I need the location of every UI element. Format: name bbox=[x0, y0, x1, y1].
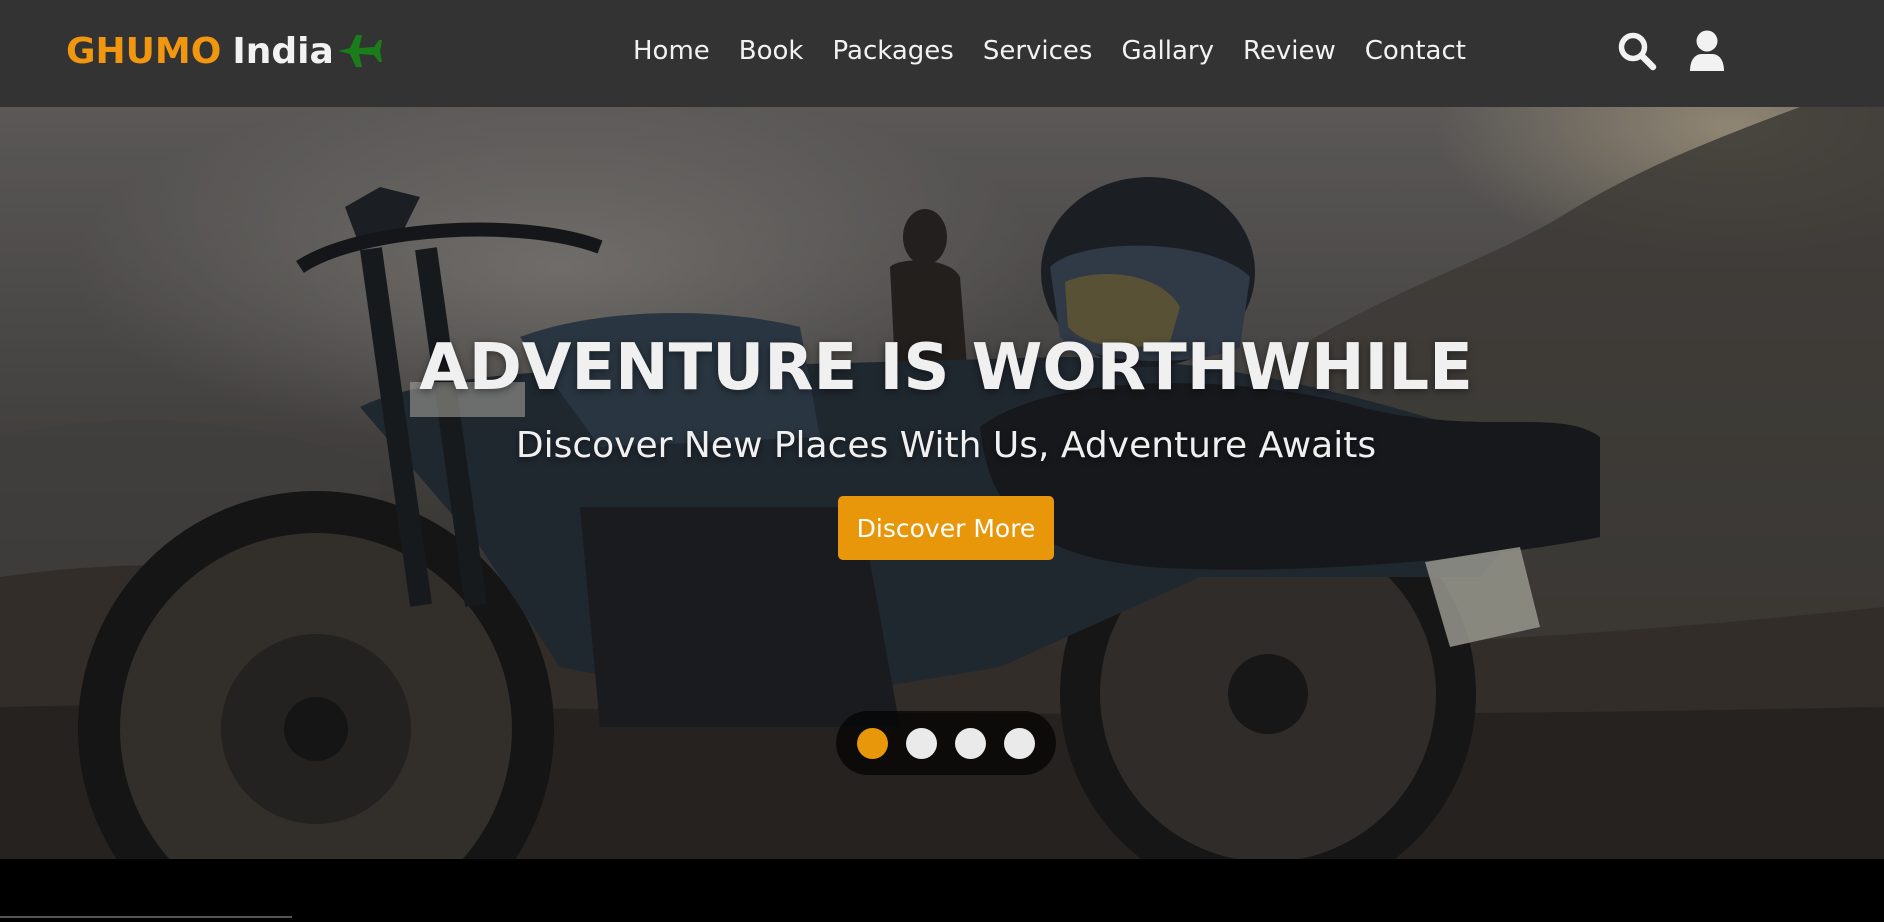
nav-home[interactable]: Home bbox=[633, 36, 710, 66]
slider-pagination bbox=[836, 711, 1056, 775]
hero-slider: ADVENTURE IS WORTHWHILE Discover New Pla… bbox=[0, 107, 1884, 859]
slide-dot-1[interactable] bbox=[857, 727, 888, 759]
nav-book[interactable]: Book bbox=[739, 36, 804, 66]
nav-contact[interactable]: Contact bbox=[1365, 36, 1466, 66]
search-button[interactable] bbox=[1615, 28, 1659, 74]
user-button[interactable] bbox=[1685, 28, 1729, 74]
slide-dot-3[interactable] bbox=[955, 727, 986, 759]
discover-more-button[interactable]: Discover More bbox=[838, 496, 1054, 560]
logo-brand: GHUMO bbox=[66, 30, 222, 72]
nav-packages[interactable]: Packages bbox=[833, 36, 954, 66]
slide-dot-2[interactable] bbox=[906, 727, 937, 759]
hero-title: ADVENTURE IS WORTHWHILE bbox=[419, 331, 1473, 405]
main-nav: Home Book Packages Services Gallary Revi… bbox=[633, 30, 1466, 72]
plane-icon bbox=[337, 35, 382, 67]
section-divider bbox=[0, 916, 292, 918]
header-actions bbox=[1615, 28, 1729, 74]
hero-subtitle: Discover New Places With Us, Adventure A… bbox=[515, 425, 1377, 466]
nav-services[interactable]: Services bbox=[983, 36, 1093, 66]
site-logo[interactable]: GHUMO India bbox=[66, 28, 382, 74]
user-icon bbox=[1690, 30, 1724, 71]
slide-dot-4[interactable] bbox=[1004, 727, 1035, 759]
top-navbar: GHUMO India Home Book Packages Services … bbox=[0, 0, 1884, 107]
nav-gallary[interactable]: Gallary bbox=[1121, 36, 1214, 66]
below-hero-section bbox=[0, 859, 1884, 922]
nav-review[interactable]: Review bbox=[1243, 36, 1336, 66]
search-icon bbox=[1618, 32, 1657, 71]
logo-text: India bbox=[232, 30, 334, 72]
